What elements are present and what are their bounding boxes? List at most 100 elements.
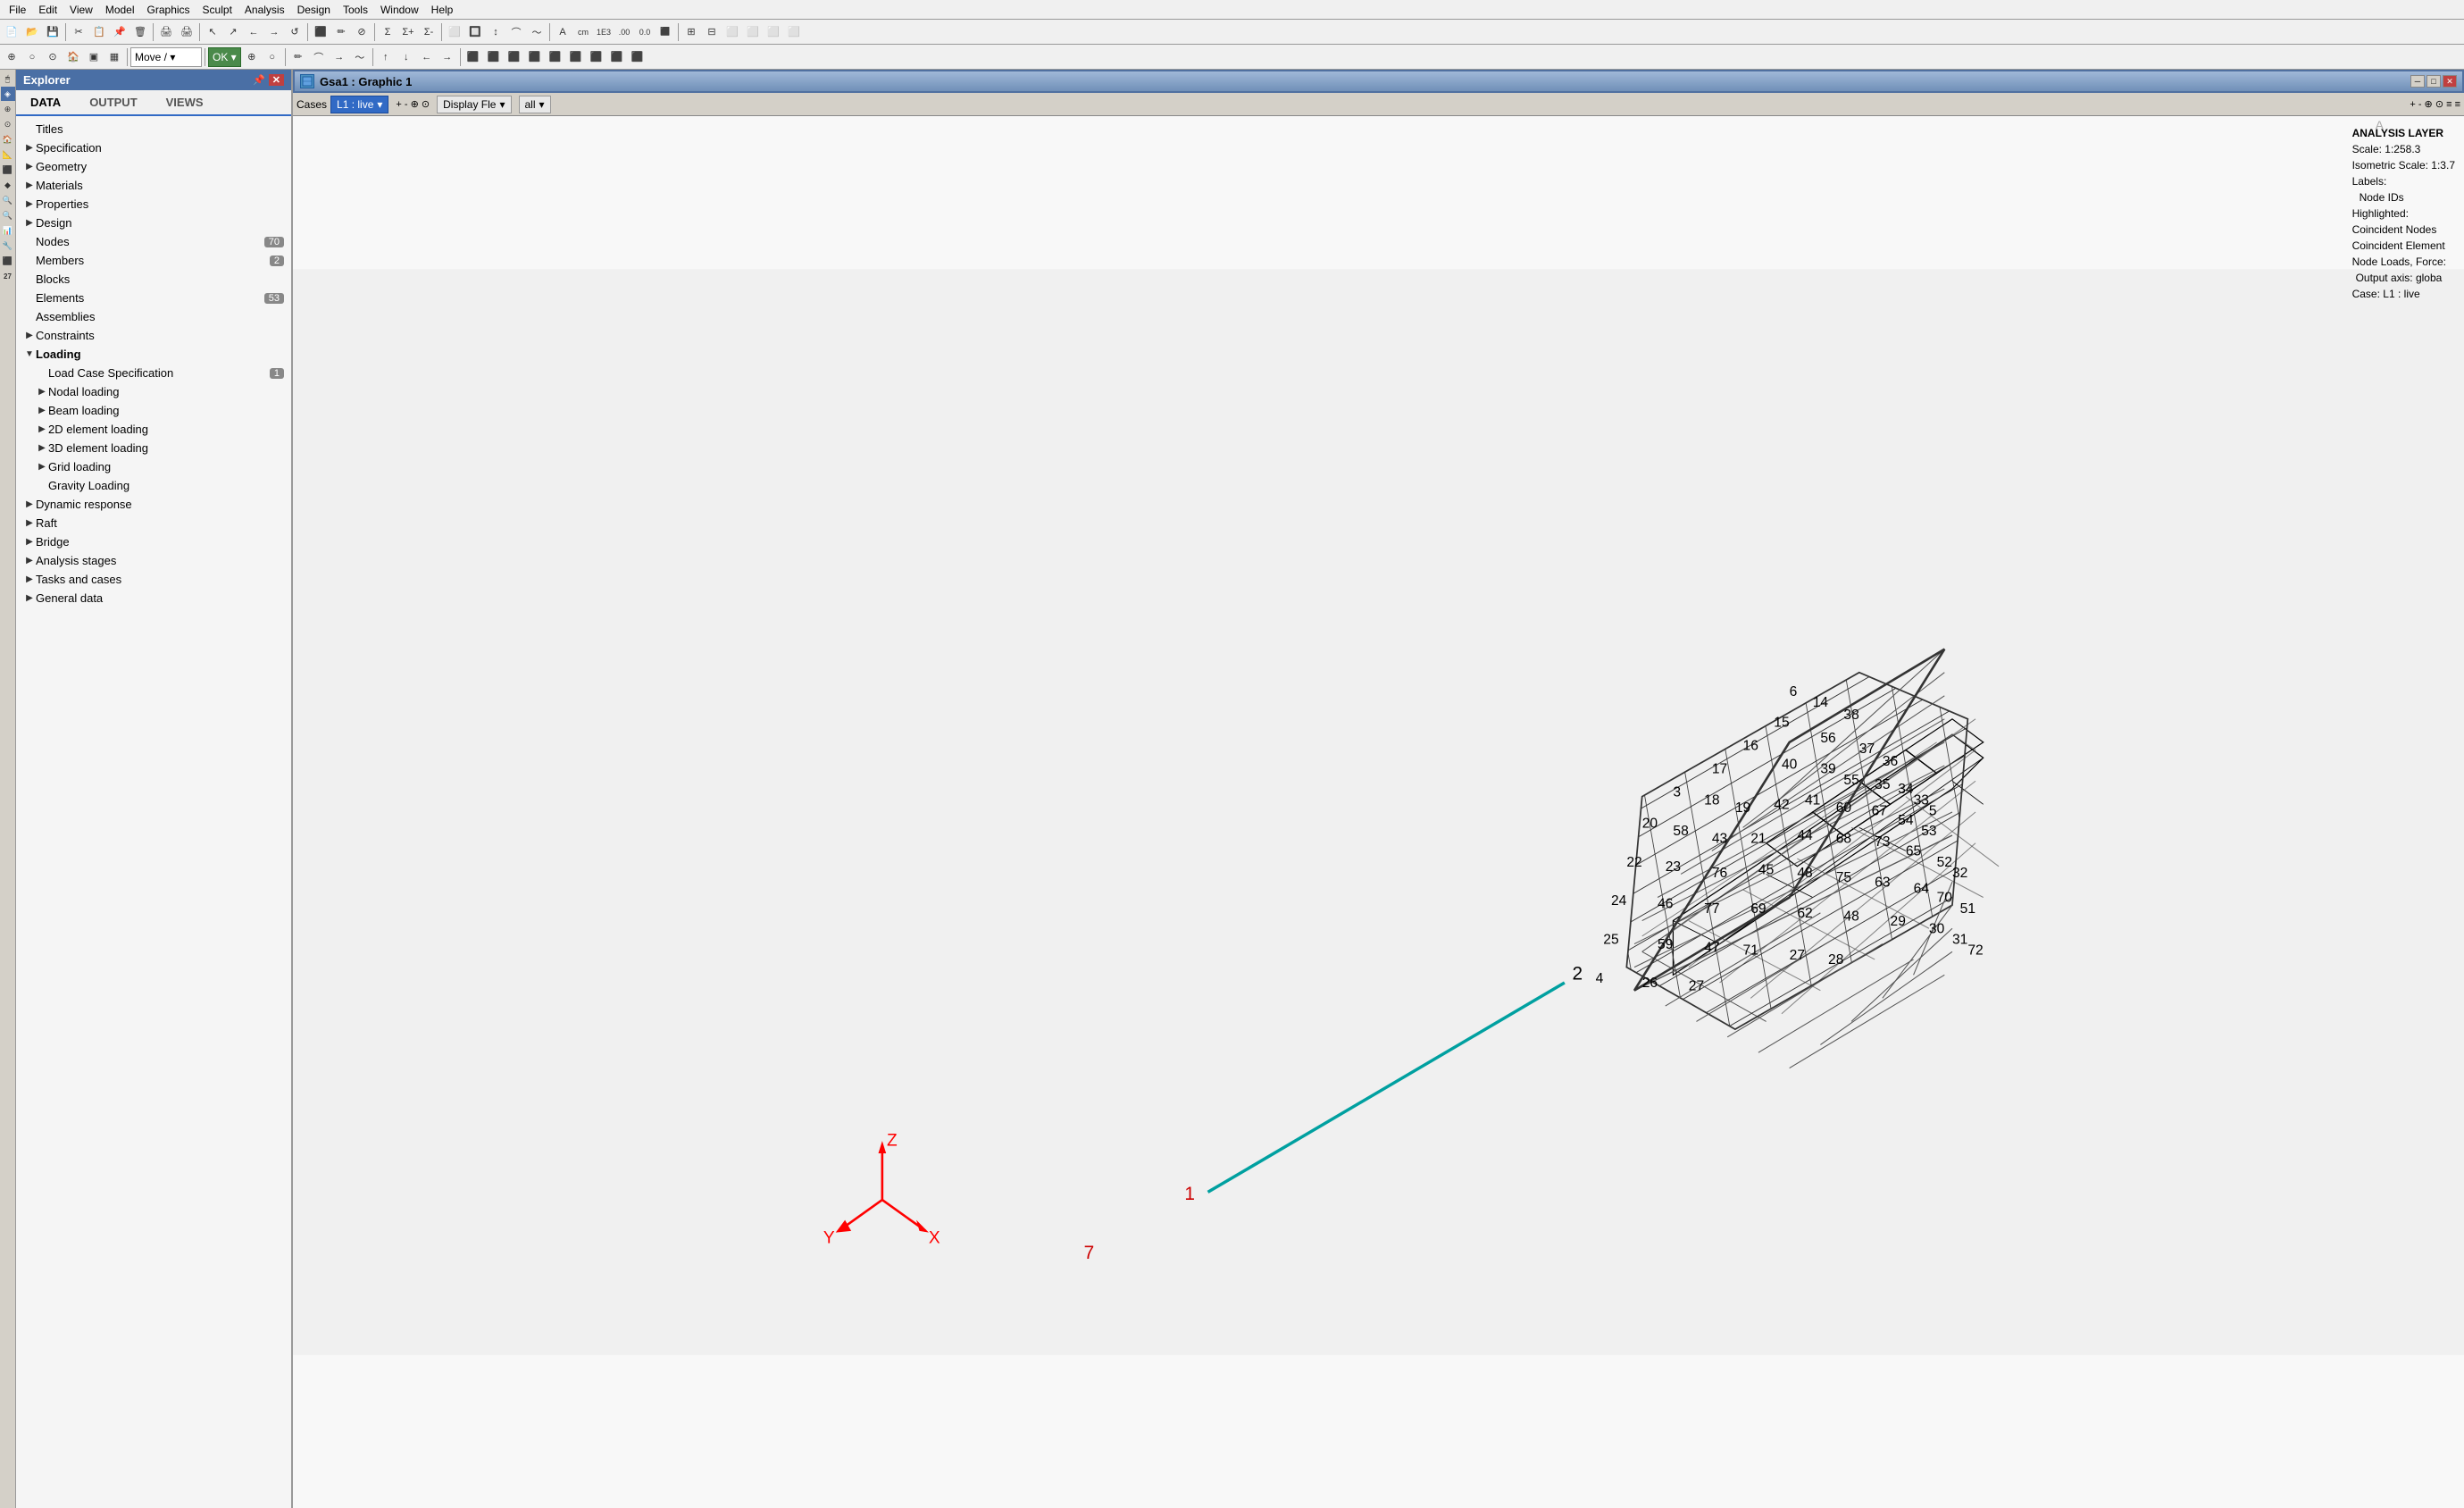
rotate-button[interactable]: ↺ (285, 22, 305, 42)
right-button[interactable]: → (438, 47, 457, 67)
tree-blocks[interactable]: Blocks (16, 270, 291, 289)
left-icon-11[interactable]: 📊 (1, 223, 15, 238)
tree-nodes[interactable]: Nodes 70 (16, 232, 291, 251)
menu-help[interactable]: Help (426, 2, 459, 18)
menu-file[interactable]: File (4, 2, 31, 18)
mirror-button[interactable]: ⬜ (722, 22, 742, 42)
canvas-area[interactable]: 1 2 7 (293, 116, 2464, 1508)
elem5-button[interactable]: ⬛ (546, 47, 565, 67)
back-button[interactable]: ← (244, 22, 263, 42)
up-button[interactable]: ↑ (376, 47, 396, 67)
delete-button[interactable]: 🗑 (130, 22, 150, 42)
format-button[interactable]: ⬛ (656, 22, 675, 42)
left-icon-6[interactable]: 📐 (1, 147, 15, 162)
tree-titles[interactable]: Titles (16, 120, 291, 138)
cut-button[interactable]: ✂ (69, 22, 88, 42)
left-icon-8[interactable]: ◆ (1, 178, 15, 192)
tree-members[interactable]: Members 2 (16, 251, 291, 270)
cm-button[interactable]: cm (573, 22, 593, 42)
tree-bridge[interactable]: ▶ Bridge (16, 532, 291, 551)
left-icon-10[interactable]: 🔍 (1, 208, 15, 222)
move-dropdown[interactable]: Move / ▾ (130, 47, 202, 67)
grid2-button[interactable]: ⊟ (702, 22, 722, 42)
tab-views[interactable]: VIEWS (152, 90, 218, 114)
tree-materials[interactable]: ▶ Materials (16, 176, 291, 195)
tree-loading[interactable]: ▼ Loading (16, 345, 291, 364)
tab-data[interactable]: DATA (16, 90, 75, 116)
tree-tasks-cases[interactable]: ▶ Tasks and cases (16, 570, 291, 589)
win-close[interactable]: ✕ (2443, 75, 2457, 88)
ok-dropdown[interactable]: OK ▾ (208, 47, 241, 67)
explorer-close[interactable]: ✕ (269, 74, 284, 86)
tree-grid-loading[interactable]: ▶ Grid loading (16, 457, 291, 476)
left-icon-12[interactable]: 🔧 (1, 239, 15, 253)
menu-design[interactable]: Design (292, 2, 336, 18)
cases-dropdown[interactable]: L1 : live ▾ (330, 96, 388, 113)
print-button[interactable]: 🖨 (156, 22, 176, 42)
text-button[interactable]: A (553, 22, 572, 42)
arc-button[interactable]: ⌒ (309, 47, 329, 67)
menu-model[interactable]: Model (100, 2, 140, 18)
snap-button[interactable]: ⊙ (43, 47, 63, 67)
sum-button[interactable]: Σ (378, 22, 397, 42)
copy-button[interactable]: 📋 (89, 22, 109, 42)
eng-button[interactable]: 0.0 (635, 22, 655, 42)
curve-button[interactable]: ⌒ (506, 22, 526, 42)
render2-button[interactable]: 🔲 (465, 22, 485, 42)
sum3-button[interactable]: Σ- (419, 22, 439, 42)
display-dropdown[interactable]: Display Fle ▾ (437, 96, 511, 113)
cursor-button[interactable]: ↖ (203, 22, 222, 42)
erase-button[interactable]: ⊘ (352, 22, 372, 42)
elem8-button[interactable]: ⬛ (607, 47, 627, 67)
left-icon-9[interactable]: 🔍 (1, 193, 15, 207)
tree-nodal-loading[interactable]: ▶ Nodal loading (16, 382, 291, 401)
elem9-button[interactable]: ⬛ (628, 47, 647, 67)
tree-properties[interactable]: ▶ Properties (16, 195, 291, 214)
save-button[interactable]: 💾 (43, 22, 63, 42)
tree-raft[interactable]: ▶ Raft (16, 514, 291, 532)
tree-elements[interactable]: Elements 53 (16, 289, 291, 307)
left-icon-3[interactable]: ⊕ (1, 102, 15, 116)
all-dropdown[interactable]: all ▾ (519, 96, 551, 113)
select-button[interactable]: ○ (22, 47, 42, 67)
wave2-button[interactable]: 〜 (350, 47, 370, 67)
left-icon-1[interactable]: 🖱 (1, 71, 15, 86)
sculpt-button[interactable]: ✏ (331, 22, 351, 42)
paste-button[interactable]: 📌 (110, 22, 129, 42)
elem6-button[interactable]: ⬛ (566, 47, 586, 67)
frame-button[interactable]: ▣ (84, 47, 104, 67)
grid-button[interactable]: ⊞ (681, 22, 701, 42)
arrow-button[interactable]: ↗ (223, 22, 243, 42)
tree-load-case-spec[interactable]: Load Case Specification 1 (16, 364, 291, 382)
new-button[interactable]: 📄 (2, 22, 21, 42)
menu-edit[interactable]: Edit (33, 2, 63, 18)
sum2-button[interactable]: Σ+ (398, 22, 418, 42)
elem1-button[interactable]: ⬛ (464, 47, 483, 67)
tree-3d-element-loading[interactable]: ▶ 3D element loading (16, 439, 291, 457)
window-button[interactable]: ⬛ (311, 22, 330, 42)
win-maximize[interactable]: □ (2426, 75, 2441, 88)
left-icon-13[interactable]: ⬛ (1, 254, 15, 268)
tree-design[interactable]: ▶ Design (16, 214, 291, 232)
tree-constraints[interactable]: ▶ Constraints (16, 326, 291, 345)
tree-dynamic-response[interactable]: ▶ Dynamic response (16, 495, 291, 514)
render-button[interactable]: ⬜ (445, 22, 464, 42)
open-button[interactable]: 📂 (22, 22, 42, 42)
tree-analysis-stages[interactable]: ▶ Analysis stages (16, 551, 291, 570)
left-icon-7[interactable]: ⬛ (1, 163, 15, 177)
elem7-button[interactable]: ⬛ (587, 47, 606, 67)
explorer-pin[interactable]: 📌 (253, 74, 265, 86)
down-button[interactable]: ↓ (397, 47, 416, 67)
forward-button[interactable]: → (264, 22, 284, 42)
elem2-button[interactable]: ⬛ (484, 47, 504, 67)
elem4-button[interactable]: ⬛ (525, 47, 545, 67)
tree-gravity-loading[interactable]: Gravity Loading (16, 476, 291, 495)
sculpt-mode[interactable]: ✏ (288, 47, 308, 67)
tree-general-data[interactable]: ▶ General data (16, 589, 291, 607)
arrow3-button[interactable]: → (330, 47, 349, 67)
left-button[interactable]: ← (417, 47, 437, 67)
menu-view[interactable]: View (64, 2, 98, 18)
left-icon-5[interactable]: 🏠 (1, 132, 15, 147)
print2-button[interactable]: 🖨 (177, 22, 196, 42)
menu-tools[interactable]: Tools (338, 2, 373, 18)
